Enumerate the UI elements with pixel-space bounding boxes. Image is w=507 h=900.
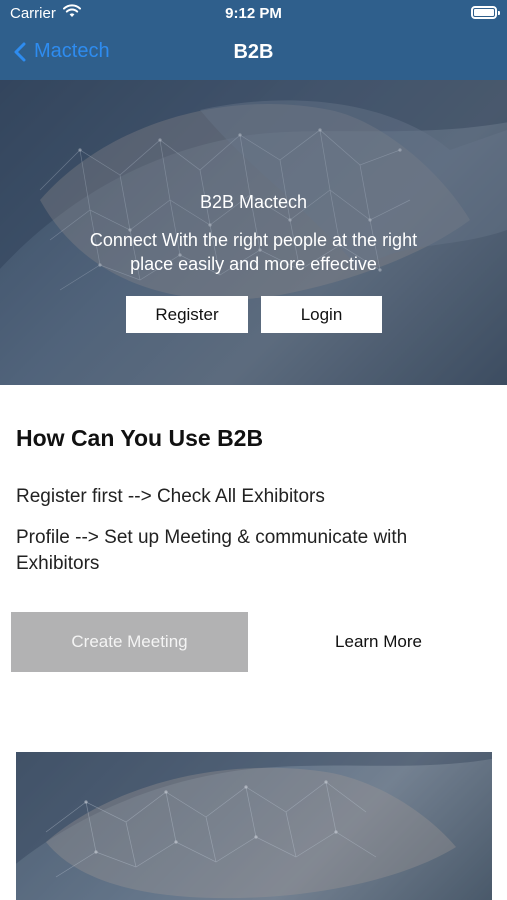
register-button[interactable]: Register bbox=[126, 296, 248, 333]
status-time: 9:12 PM bbox=[225, 5, 282, 22]
hero-subtitle: B2B Mactech bbox=[199, 192, 308, 212]
instruction-step-1: Register first --> Check All Exhibitors bbox=[16, 486, 325, 507]
battery-icon bbox=[471, 6, 500, 19]
navigation-bar: Mactech B2B bbox=[0, 30, 507, 76]
handshake-banner-image bbox=[16, 752, 492, 900]
instruction-step-2: Profile --> Set up Meeting & communicate… bbox=[16, 527, 408, 574]
chevron-left-icon bbox=[14, 42, 26, 61]
create-meeting-button[interactable]: Create Meeting bbox=[11, 612, 248, 672]
hero-banner: B2B Mactech Connect With the right peopl… bbox=[0, 80, 507, 385]
back-button-label: Mactech bbox=[34, 40, 110, 62]
top-header: Carrier 9:12 PM Mactech B2B bbox=[0, 0, 507, 80]
banner-overlay bbox=[16, 752, 492, 900]
hero-tagline: Connect With the right people at the rig… bbox=[89, 230, 418, 274]
status-bar: Carrier 9:12 PM bbox=[0, 0, 507, 28]
back-button[interactable]: Mactech bbox=[14, 40, 110, 63]
learn-more-button[interactable]: Learn More bbox=[300, 632, 457, 652]
login-button[interactable]: Login bbox=[261, 296, 382, 333]
section-title: How Can You Use B2B bbox=[16, 425, 264, 451]
